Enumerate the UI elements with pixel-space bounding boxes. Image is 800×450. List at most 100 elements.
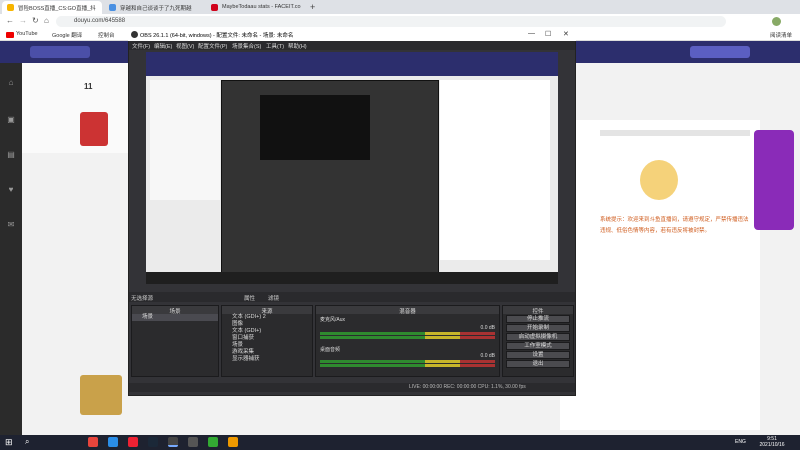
audio-meter [320,336,495,339]
side-promo[interactable] [754,130,794,230]
menu-view[interactable]: 视图(V) [176,42,194,50]
mixer-channel-name: 麦克风/Aux [320,317,346,323]
source-item[interactable]: 图像 [222,321,312,328]
reading-list[interactable]: 阅读清单 [770,31,792,39]
menu-scene-collection[interactable]: 场景集合(S) [232,42,261,50]
preview-nested-preview [260,95,370,160]
controls-header: 控件 [503,306,573,315]
start-recording-button[interactable]: 开始录制 [506,324,570,332]
menu-help[interactable]: 帮助(H) [288,42,307,50]
mixer-dock: 混音器 麦克风/Aux 0.0 dB 桌面音频 0.0 dB [315,305,500,377]
preview-taskbar [146,272,558,284]
search-icon[interactable]: ⌕ [25,437,29,447]
bookmark-youtube[interactable]: YouTube [16,31,38,37]
obs-icon [131,31,138,38]
back-icon[interactable]: ← [6,16,14,25]
preview-site-header [146,52,558,76]
audio-meter [320,360,495,363]
avatar[interactable] [772,17,781,26]
browser-tab-3[interactable]: MaybeTodaau stats - FACEIT.co [206,1,306,14]
language-indicator[interactable]: ENG [735,439,746,445]
douyu-icon [7,4,14,11]
windows-start-icon[interactable]: ⊞ [5,437,13,448]
controls-dock: 控件 停止推流 开始录制 启动虚拟摄像机 工作室模式 设置 退出 [502,305,574,377]
app-icon[interactable] [128,437,138,447]
bookmark-console[interactable]: 控制台 [98,31,115,39]
minimize-icon[interactable]: — [528,30,535,37]
streamer-rank: 11 [84,82,93,91]
sources-header: 来源 [222,306,312,315]
promo-banner[interactable] [690,46,750,58]
home-icon[interactable]: ⌂ [4,78,18,88]
forward-icon[interactable]: → [19,16,27,25]
source-item[interactable]: 文本 (GDI+) 2 [222,314,312,321]
mascot-image [640,160,678,200]
app-icon[interactable] [208,437,218,447]
mixer-channel-db: 0.0 dB [480,353,495,359]
site-logo [30,46,90,58]
obs-statusbar: LIVE: 00:00:00 REC: 00:00:00 CPU: 1.1%, … [129,383,575,392]
menu-profile[interactable]: 配置文件(P) [198,42,227,50]
bookmark-google-translate[interactable]: Google 翻译 [52,31,82,39]
clock-date: 2021/10/16 [759,442,785,448]
tab-favicon-icon [109,4,116,11]
sources-dock: 来源 文本 (GDI+) 2 图像 文本 (GDI+) 窗口捕获 场景 游戏采集… [221,305,313,377]
menu-tools[interactable]: 工具(T) [266,42,284,50]
source-item[interactable]: 游戏采集 [222,349,312,356]
source-item[interactable]: 显示器捕获 [222,356,312,363]
obs-menubar [129,41,575,50]
obs-taskbar-icon[interactable] [168,437,178,447]
scenes-dock: 场景 场景 [131,305,219,377]
streamer-avatar [80,112,108,146]
source-toolbar [129,292,575,302]
exit-button[interactable]: 退出 [506,360,570,368]
home-icon[interactable]: ⌂ [44,16,49,25]
message-icon[interactable]: ✉ [4,220,18,230]
audio-meter [320,332,495,335]
new-tab-icon[interactable]: + [310,2,315,12]
mixer-channel-db: 0.0 dB [480,325,495,331]
follow-icon[interactable]: ♥ [4,185,18,195]
gift-widget[interactable] [80,375,122,415]
filters-button[interactable]: 滤镜 [268,294,279,302]
stop-streaming-button[interactable]: 停止推流 [506,315,570,323]
browser-tab-1[interactable]: 冒险BOSS直播_CS:GO直播_抖 [2,1,102,14]
obs-title: OBS 26.1.1 (64-bit, windows) - 配置文件: 未命名… [128,28,576,41]
faceit-icon [211,4,218,11]
preview-sidebar [150,80,220,200]
windows-taskbar [0,435,800,450]
url-input[interactable]: douyu.com/645588 [56,16,726,27]
preview-chat [440,80,550,260]
app-icon[interactable] [228,437,238,447]
settings-button[interactable]: 设置 [506,351,570,359]
source-item[interactable]: 场景 [222,342,312,349]
youtube-icon [6,32,14,38]
app-icon[interactable] [188,437,198,447]
no-source-label: 无选择源 [131,296,154,302]
streamer-card [22,63,132,153]
browser-tab-2[interactable]: 穿越和自己谈谈于了九死期越 [104,1,204,14]
scenes-header: 场景 [132,306,218,315]
scene-item[interactable]: 场景 [132,314,218,321]
studio-mode-button[interactable]: 工作室模式 [506,342,570,350]
live-icon[interactable]: ▣ [4,115,18,125]
mixer-channel-name: 桌面音频 [320,347,341,353]
menu-edit[interactable]: 编辑(E) [154,42,172,50]
chat-tabs[interactable] [600,130,750,136]
audio-meter [320,364,495,367]
source-item[interactable]: 文本 (GDI+) [222,328,312,335]
system-clock[interactable]: 9:51 2021/10/16 [752,436,792,448]
chat-message: 系统提示：欢迎来到斗鱼直播间，请遵守规定，严禁传播违法违规、低俗色情等内容，若有… [600,217,749,234]
close-icon[interactable]: ✕ [563,30,569,38]
virtual-camera-button[interactable]: 启动虚拟摄像机 [506,333,570,341]
maximize-icon[interactable]: ☐ [545,30,551,38]
app-icon[interactable] [108,437,118,447]
properties-button[interactable]: 属性 [244,294,255,302]
reload-icon[interactable]: ↻ [32,16,39,25]
mixer-header: 混音器 [316,306,499,315]
category-icon[interactable]: ▤ [4,150,18,160]
source-item[interactable]: 窗口捕获 [222,335,312,342]
chrome-icon[interactable] [88,437,98,447]
steam-icon[interactable] [148,437,158,447]
menu-file[interactable]: 文件(F) [132,42,150,50]
